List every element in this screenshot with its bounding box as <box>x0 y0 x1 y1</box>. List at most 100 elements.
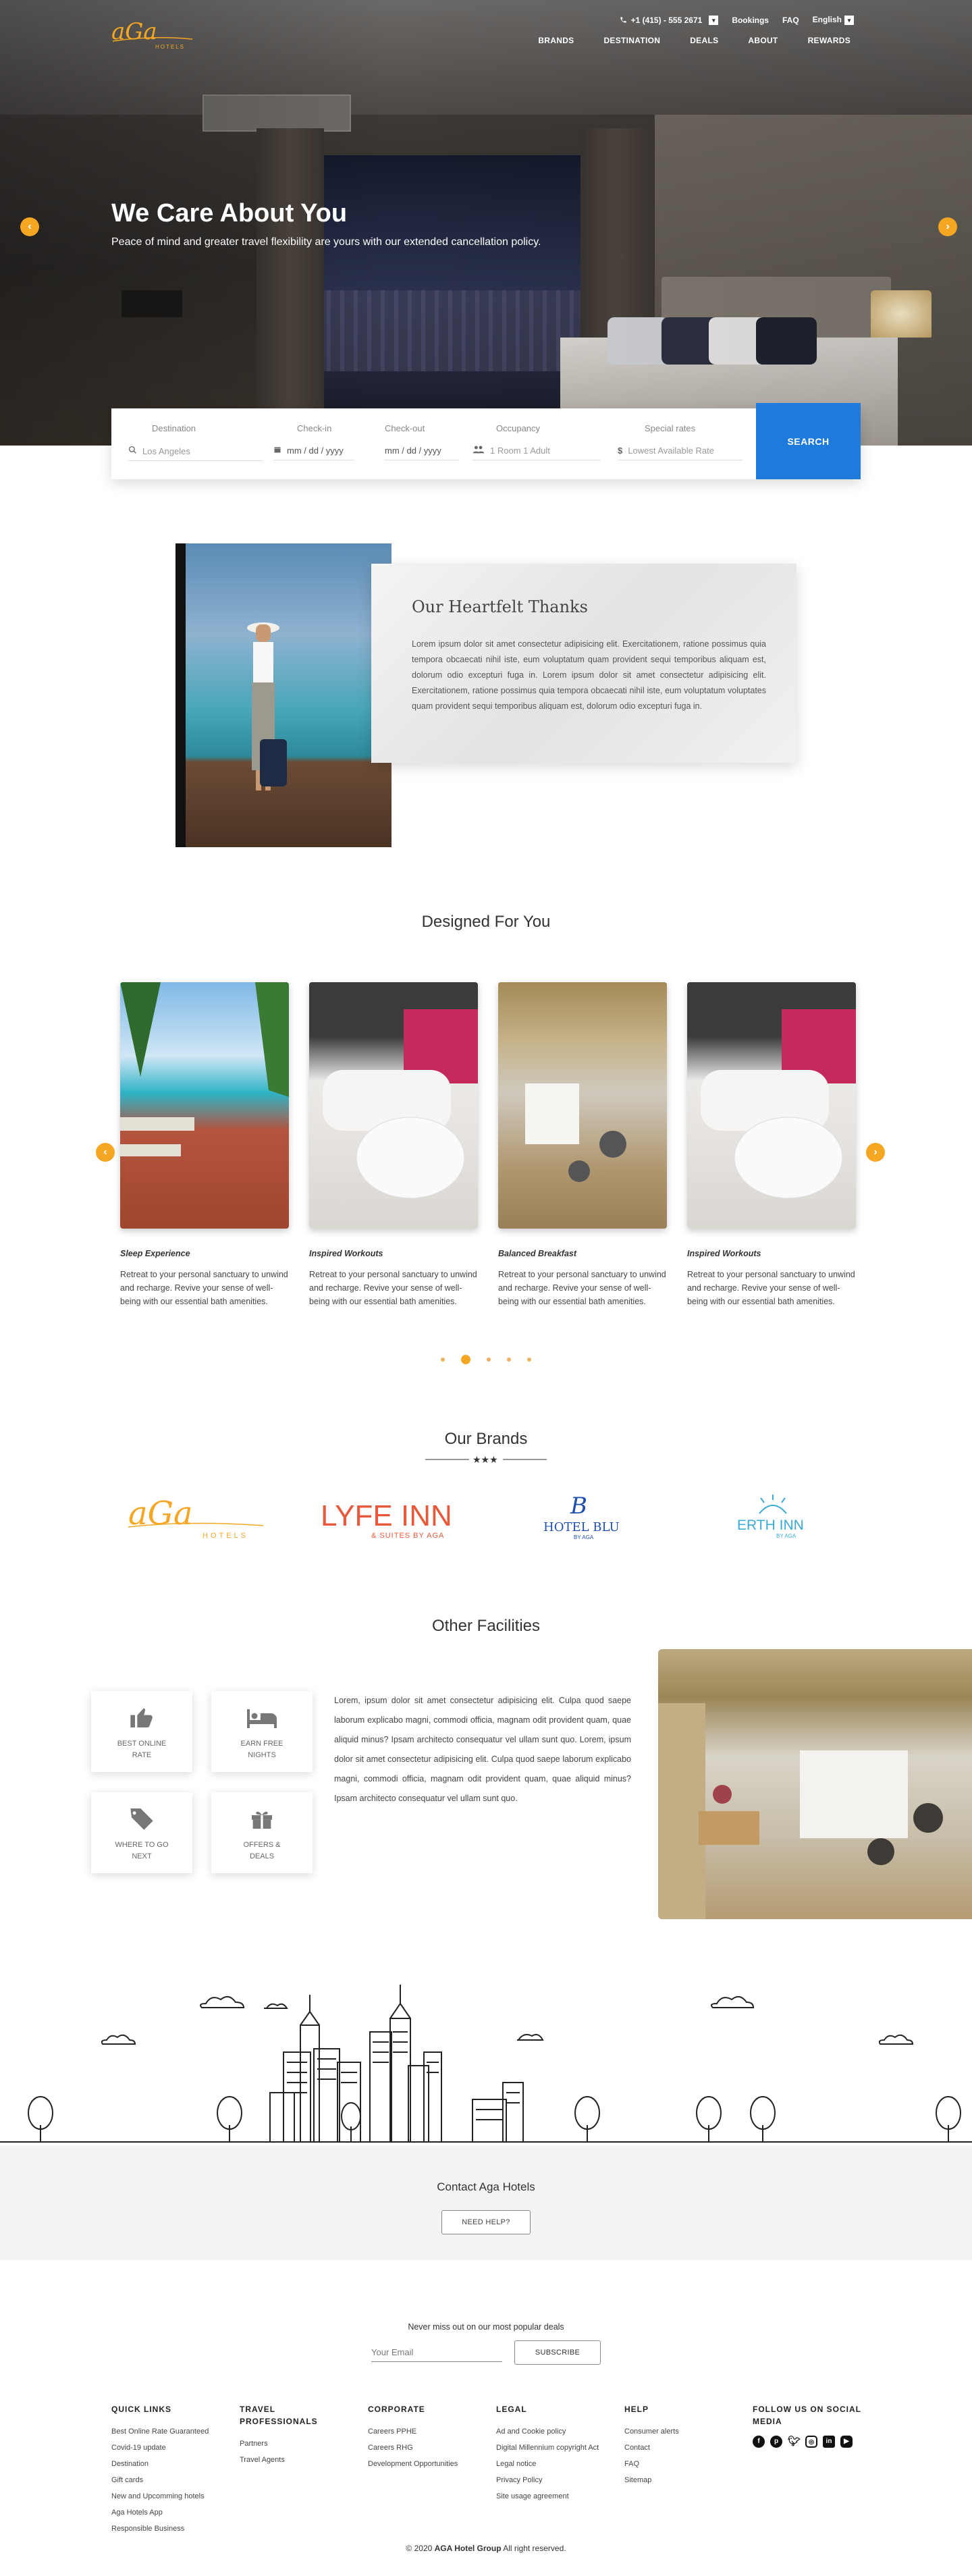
towels-photo <box>687 982 856 1229</box>
footer-link[interactable]: Gift cards <box>111 2472 213 2488</box>
twitter-icon[interactable]: 🐦︎ <box>788 2436 801 2448</box>
special-rates-label: Special rates <box>645 423 696 433</box>
brand-aga-logo[interactable]: aGa HOTELS <box>122 1492 270 1546</box>
chevron-right-icon: › <box>873 1146 878 1158</box>
checkout-field[interactable]: Check-out mm / dd / yyyy <box>385 423 459 460</box>
hero-title: We Care About You <box>111 199 348 227</box>
phone-link[interactable]: +1 (415) - 555 2671 ▾ <box>620 15 719 25</box>
footer-heading: TRAVEL PROFESSIONALS <box>240 2405 318 2426</box>
copyright: © 2020 AGA Hotel Group All right reserve… <box>0 2544 972 2553</box>
aga-logo[interactable]: aGa HOTELS <box>111 18 199 50</box>
footer-link[interactable]: Digital Millennium copyright Act <box>496 2440 618 2456</box>
carousel-dots <box>0 1353 972 1366</box>
chevron-down-icon: ▾ <box>709 15 719 25</box>
special-rates-field[interactable]: Special rates $ Lowest Available Rate <box>618 423 742 460</box>
heartfelt-body: Lorem ipsum dolor sit amet consectetur a… <box>412 639 766 711</box>
bed-icon <box>211 1702 313 1733</box>
card-caption: Inspired Workouts <box>309 1249 383 1258</box>
footer-link[interactable]: Careers PPHE <box>368 2423 469 2440</box>
need-help-button[interactable]: NEED HELP? <box>441 2210 531 2234</box>
hero-banner: aGa HOTELS +1 (415) - 555 2671 ▾ Booking… <box>0 0 972 446</box>
brand-sub: & SUITES BY AGA <box>371 1532 444 1540</box>
footer-heading: QUICK LINKS <box>111 2405 171 2414</box>
footer-link[interactable]: Aga Hotels App <box>111 2504 213 2521</box>
footer-link[interactable]: Best Online Rate Guaranteed <box>111 2423 213 2440</box>
brand-name: HOTEL BLU <box>543 1520 620 1534</box>
designed-title: Designed For You <box>421 913 551 931</box>
language-select[interactable]: English ▾ <box>813 15 854 25</box>
facility-offers-deals[interactable]: OFFERS & DEALS <box>211 1792 313 1873</box>
carousel-dot[interactable] <box>487 1357 491 1362</box>
nav-brands[interactable]: BRANDS <box>538 36 574 45</box>
footer-link[interactable]: Consumer alerts <box>624 2423 726 2440</box>
breakfast-photo <box>498 982 667 1229</box>
feature-card[interactable]: Inspired Workouts Retreat to your person… <box>687 982 856 1308</box>
carousel-prev-arrow[interactable]: ‹ <box>96 1143 115 1162</box>
card-description: Retreat to your personal sanctuary to un… <box>309 1270 477 1306</box>
footer-link[interactable]: Responsible Business <box>111 2521 213 2537</box>
footer-link[interactable]: New and Upcomming hotels <box>111 2488 213 2504</box>
facility-where-to-go-next[interactable]: WHERE TO GO NEXT <box>91 1792 192 1873</box>
footer-link[interactable]: Covid-19 update <box>111 2440 213 2456</box>
chevron-right-icon: › <box>946 221 950 232</box>
feature-card[interactable]: Balanced Breakfast Retreat to your perso… <box>498 982 667 1308</box>
footer-link[interactable]: FAQ <box>624 2456 726 2472</box>
email-input[interactable] <box>371 2343 502 2362</box>
footer-link[interactable]: Site usage agreement <box>496 2488 618 2504</box>
bookings-link[interactable]: Bookings <box>732 16 769 25</box>
facility-label: EARN FREE NIGHTS <box>240 1740 284 1759</box>
carousel-next-arrow[interactable]: › <box>866 1143 885 1162</box>
users-icon <box>473 446 485 456</box>
logo-text: aGa <box>111 19 157 45</box>
footer-link[interactable]: Privacy Policy <box>496 2472 618 2488</box>
facebook-icon[interactable]: f <box>753 2436 765 2448</box>
brand-erth-inn-logo[interactable]: ERTH INN BY AGA <box>729 1492 817 1546</box>
hero-next-arrow[interactable]: › <box>938 217 957 236</box>
footer-link[interactable]: Travel Agents <box>240 2452 327 2468</box>
brand-lyfe-inn-logo[interactable]: LYFE INN & SUITES BY AGA <box>317 1492 473 1546</box>
search-button[interactable]: SEARCH <box>756 403 861 479</box>
card-caption: Balanced Breakfast <box>498 1249 577 1258</box>
carousel-dot[interactable] <box>441 1357 445 1362</box>
footer-link[interactable]: Legal notice <box>496 2456 618 2472</box>
subscribe-button[interactable]: SUBSCRIBE <box>514 2340 601 2365</box>
occupancy-field[interactable]: Occupancy 1 Room 1 Adult <box>473 423 601 460</box>
pinterest-icon[interactable]: p <box>770 2436 782 2448</box>
facility-earn-free-nights[interactable]: EARN FREE NIGHTS <box>211 1691 313 1772</box>
contact-section: Contact Aga Hotels NEED HELP? <box>0 2145 972 2260</box>
card-caption: Inspired Workouts <box>687 1249 761 1258</box>
nav-about[interactable]: ABOUT <box>748 36 778 45</box>
top-navigation: aGa HOTELS +1 (415) - 555 2671 ▾ Booking… <box>0 0 972 54</box>
footer-link[interactable]: Development Opportunities <box>368 2456 469 2472</box>
faq-link[interactable]: FAQ <box>782 16 799 25</box>
footer-link[interactable]: Sitemap <box>624 2472 726 2488</box>
footer-heading: CORPORATE <box>368 2405 425 2414</box>
nav-deals[interactable]: DEALS <box>690 36 718 45</box>
youtube-icon[interactable]: ▶ <box>840 2436 853 2448</box>
feature-card[interactable]: Inspired Workouts Retreat to your person… <box>309 982 478 1308</box>
footer-link[interactable]: Careers RHG <box>368 2440 469 2456</box>
facility-best-online-rate[interactable]: BEST ONLINE RATE <box>91 1691 192 1772</box>
city-illustration <box>0 1985 972 2143</box>
instagram-icon[interactable]: ◎ <box>805 2436 817 2448</box>
nav-destination[interactable]: DESTINATION <box>603 36 660 45</box>
footer-heading: FOLLOW US ON SOCIAL MEDIA <box>753 2405 861 2426</box>
feature-card[interactable]: Sleep Experience Retreat to your persona… <box>120 982 289 1308</box>
footer-link[interactable]: Destination <box>111 2456 213 2472</box>
footer-link[interactable]: Contact <box>624 2440 726 2456</box>
hero-prev-arrow[interactable]: ‹ <box>20 217 39 236</box>
checkout-label: Check-out <box>385 423 425 433</box>
linkedin-icon[interactable]: in <box>823 2436 835 2448</box>
destination-field[interactable]: Destination Los Angeles <box>128 423 263 461</box>
brand-hotel-blu-logo[interactable]: B HOTEL BLU BY AGA <box>533 1492 634 1546</box>
nav-rewards[interactable]: REWARDS <box>808 36 850 45</box>
brand-sub: BY AGA <box>776 1533 796 1539</box>
svg-text:★★★: ★★★ <box>473 1454 498 1465</box>
carousel-dot[interactable] <box>507 1357 511 1362</box>
footer-link[interactable]: Partners <box>240 2436 327 2452</box>
carousel-dot[interactable] <box>527 1357 531 1362</box>
carousel-dot-active[interactable] <box>461 1354 470 1364</box>
footer-link[interactable]: Ad and Cookie policy <box>496 2423 618 2440</box>
thumbs-up-icon <box>91 1702 192 1733</box>
checkin-field[interactable]: Check-in mm / dd / yyyy <box>273 423 354 460</box>
